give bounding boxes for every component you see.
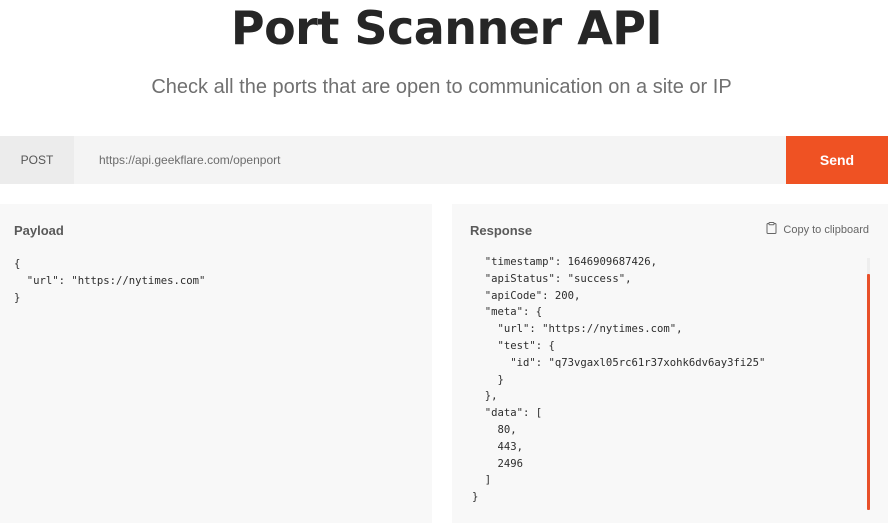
request-bar: POST https://api.geekflare.com/openport … xyxy=(0,136,888,184)
page-title: Port Scanner API xyxy=(230,1,663,55)
response-scrollbar[interactable] xyxy=(867,258,870,510)
send-button[interactable]: Send xyxy=(786,136,888,184)
response-panel: Response Copy to clipboard "timestamp": … xyxy=(452,204,888,523)
response-code[interactable]: "timestamp": 1646909687426, "apiStatus":… xyxy=(472,254,765,506)
clipboard-icon xyxy=(766,222,777,237)
page-subtitle: Check all the ports that are open to com… xyxy=(151,76,732,98)
copy-to-clipboard-button[interactable]: Copy to clipboard xyxy=(766,222,869,237)
endpoint-url: https://api.geekflare.com/openport xyxy=(99,153,281,167)
response-title: Response xyxy=(470,223,533,238)
payload-title: Payload xyxy=(14,223,64,238)
copy-label: Copy to clipboard xyxy=(783,223,869,236)
payload-code[interactable]: { "url": "https://nytimes.com" } xyxy=(14,256,205,306)
scrollbar-thumb[interactable] xyxy=(867,274,870,510)
payload-panel: Payload { "url": "https://nytimes.com" } xyxy=(0,204,432,523)
http-method: POST xyxy=(0,136,74,184)
